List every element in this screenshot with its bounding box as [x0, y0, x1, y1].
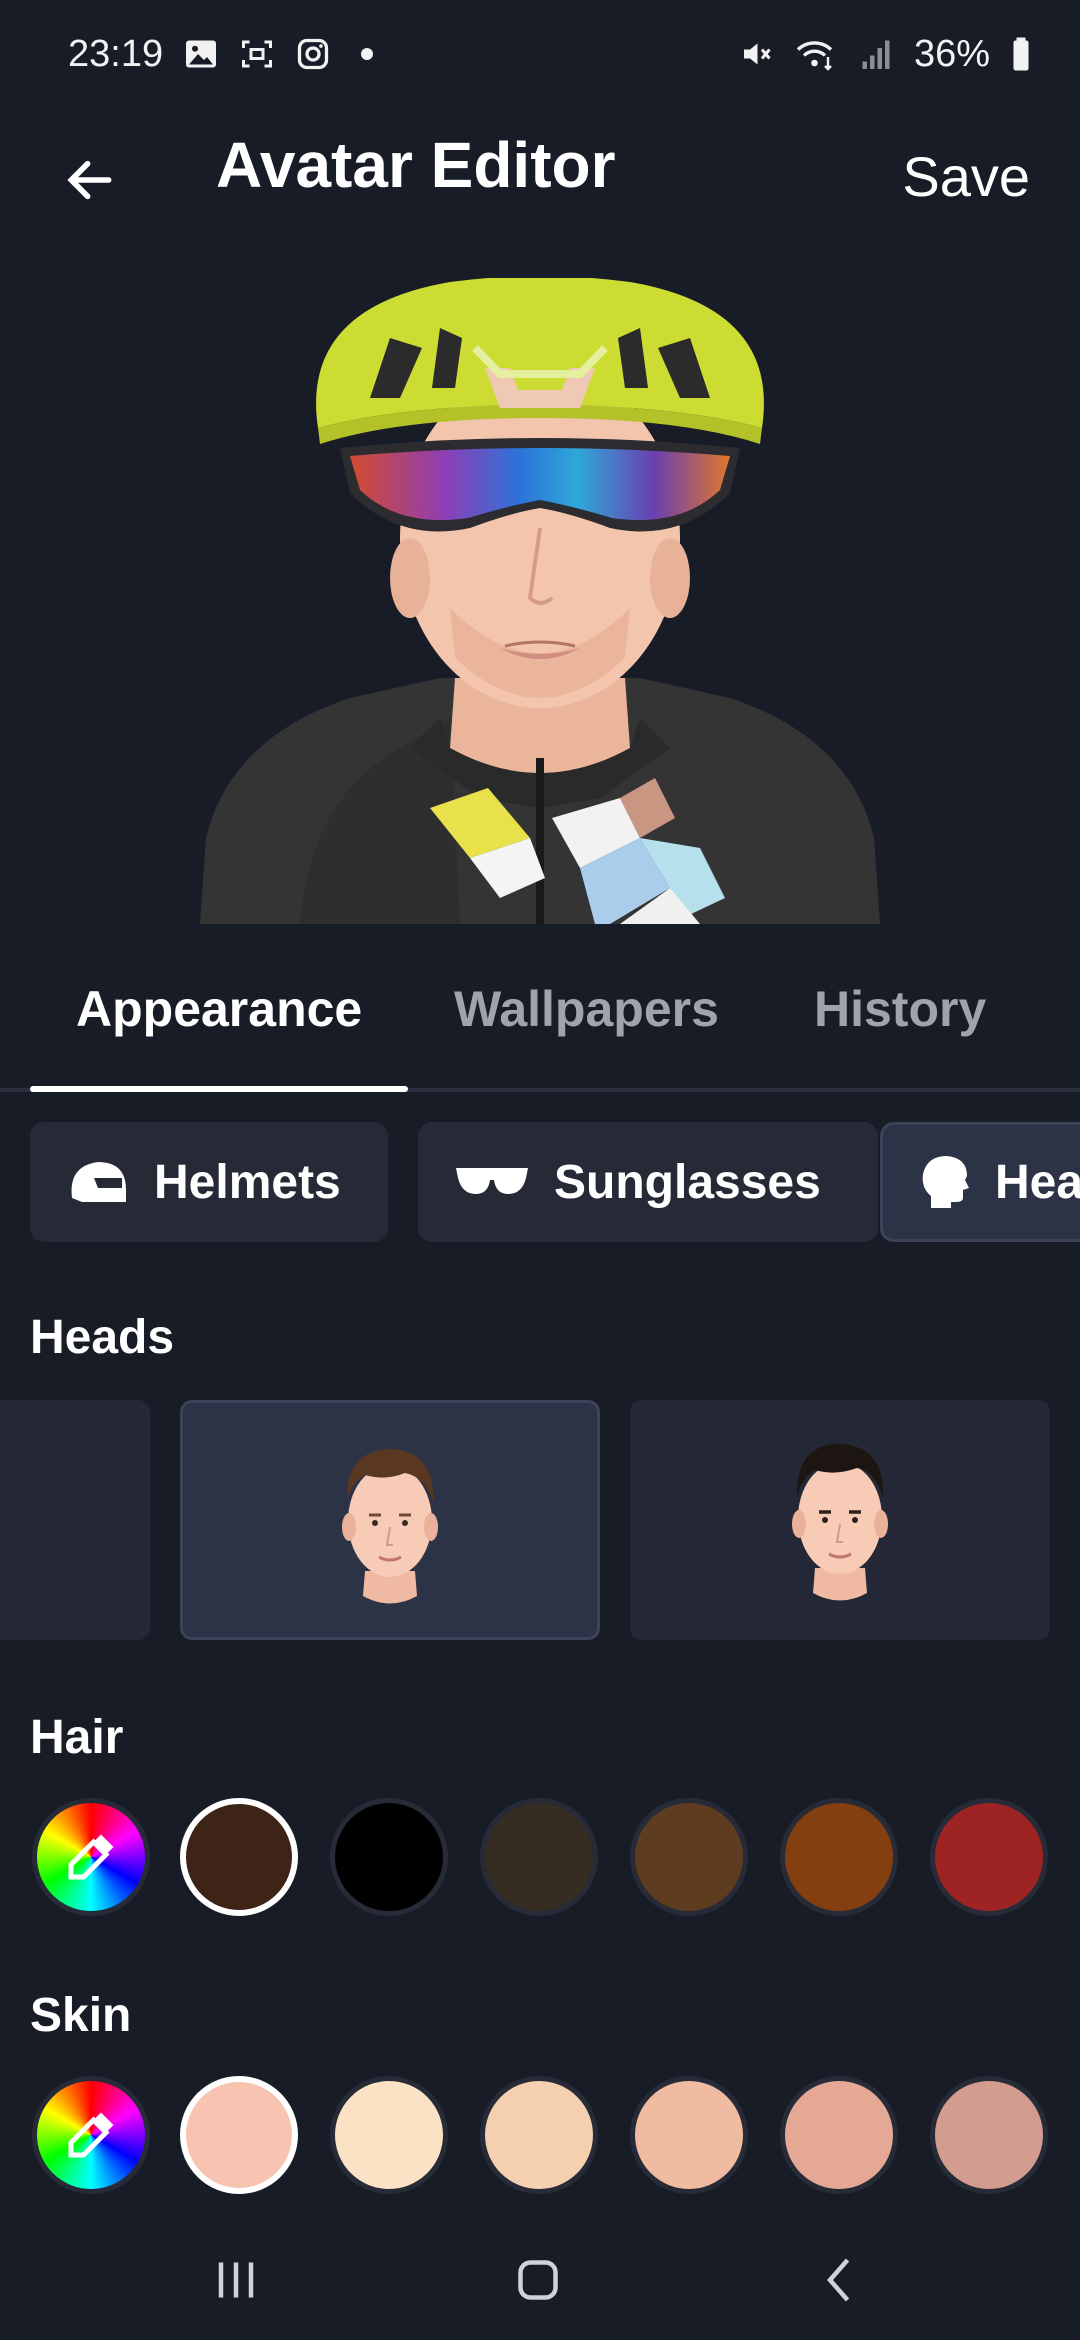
status-bar: 23:19 36% — [0, 0, 1080, 108]
gallery-icon — [186, 40, 217, 68]
heads-list — [0, 1400, 1080, 1642]
hair-color-swatch[interactable] — [930, 1798, 1048, 1916]
back-nav-button[interactable] — [790, 2240, 890, 2320]
notification-dot-icon — [361, 48, 374, 60]
chip-helmets[interactable]: Helmets — [30, 1122, 388, 1242]
helmet-icon — [66, 1154, 130, 1210]
skin-color-picker[interactable] — [32, 2076, 150, 2194]
back-icon — [827, 2258, 850, 2302]
hair-color-picker[interactable] — [32, 1798, 150, 1916]
hair-color-swatch[interactable] — [180, 1798, 298, 1916]
head-thumbnail — [792, 1444, 888, 1601]
recents-button[interactable] — [186, 2240, 286, 2320]
tab-active-indicator — [30, 1086, 408, 1092]
skin-color-swatch[interactable] — [630, 2076, 748, 2194]
hair-color-swatch[interactable] — [780, 1798, 898, 1916]
status-right: 36% — [738, 33, 1032, 76]
skin-color-row — [0, 2076, 1080, 2216]
chip-label: Hea — [995, 1155, 1080, 1209]
hair-color-swatch[interactable] — [330, 1798, 448, 1916]
home-button[interactable] — [488, 2240, 588, 2320]
head-option-selected[interactable] — [180, 1400, 600, 1640]
status-left: 23:19 — [68, 32, 374, 76]
eyedropper-icon — [68, 2112, 114, 2158]
chip-label: Sunglasses — [554, 1155, 821, 1209]
mute-icon — [743, 43, 771, 65]
hair-color-row — [0, 1798, 1080, 1938]
skin-color-swatch[interactable] — [480, 2076, 598, 2194]
recents-icon — [218, 2262, 254, 2298]
chip-sunglasses[interactable]: Sunglasses — [418, 1122, 878, 1242]
hair-section-title: Hair — [30, 1711, 124, 1764]
back-button[interactable] — [50, 140, 130, 220]
hair-color-swatch[interactable] — [480, 1798, 598, 1916]
eyedropper-icon — [68, 1834, 114, 1880]
head-option[interactable] — [0, 1400, 150, 1640]
skin-color-swatch[interactable] — [180, 2076, 298, 2194]
chip-label: Helmets — [154, 1155, 341, 1209]
save-button[interactable]: Save — [902, 134, 1030, 219]
signal-icon — [862, 40, 890, 69]
app-bar: Avatar Editor Save — [0, 108, 1080, 248]
skin-section-title: Skin — [30, 1989, 132, 2042]
head-icon — [919, 1152, 971, 1212]
avatar-image — [200, 278, 880, 924]
heads-section-title: Heads — [30, 1311, 175, 1364]
head-thumbnail — [342, 1449, 438, 1604]
home-icon — [518, 2260, 558, 2300]
battery-icon — [1013, 37, 1029, 71]
sunglasses-icon — [454, 1162, 530, 1202]
avatar-preview — [0, 248, 1080, 924]
skin-color-swatch[interactable] — [930, 2076, 1048, 2194]
wifi-icon — [796, 41, 833, 71]
skin-color-swatch[interactable] — [330, 2076, 448, 2194]
tab-bar: Appearance Wallpapers History — [0, 940, 1080, 1092]
hair-color-swatch[interactable] — [630, 1798, 748, 1916]
instagram-icon — [297, 38, 329, 70]
category-chips: Helmets Sunglasses Hea — [30, 1122, 1080, 1244]
head-option[interactable] — [630, 1400, 1050, 1640]
status-time: 23:19 — [68, 32, 164, 75]
screenshot-icon — [242, 40, 273, 68]
system-nav-bar — [0, 2220, 1080, 2340]
chip-heads[interactable]: Hea — [880, 1122, 1080, 1242]
skin-color-swatch[interactable] — [780, 2076, 898, 2194]
tab-appearance[interactable]: Appearance — [76, 980, 362, 1038]
arrow-left-icon — [67, 160, 112, 200]
page-title: Avatar Editor — [216, 129, 616, 201]
tab-wallpapers[interactable]: Wallpapers — [454, 980, 719, 1038]
battery-percent: 36% — [913, 32, 990, 75]
tab-history[interactable]: History — [814, 980, 986, 1038]
